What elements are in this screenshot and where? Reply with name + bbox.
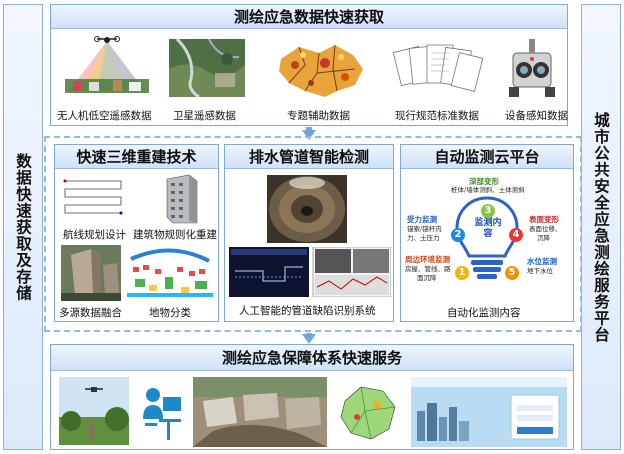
pipe-detection-software-image [229,247,391,297]
3d-reconstruction-title: 快速三维重建技术 [55,145,218,169]
module-text-4a: 表面位移、 [529,225,562,233]
thematic-map-image [275,39,367,99]
standards-documents-image [393,39,483,103]
module-title-4: 表面变形 [529,215,559,224]
building-reconstruction-caption: 建筑物规则化重建 [133,229,217,241]
pipe-inspection-section: 排水管道智能检测 人工智能的管道缺陷识别系统 [224,144,394,322]
emergency-service-section: 测绘应急保障体系快速服务 [50,344,574,450]
thematic-data-caption: 专题辅助数据 [287,110,350,122]
device-data-caption: 设备感知数据 [505,110,568,122]
monitoring-content-diagram: 监测内容 3 深部变形 桩体/墙体测斜、土体测斜 2 受力监测 锚索/锚杆内 力… [405,168,570,296]
satellite-image [169,39,245,97]
module-badge-4: 4 [509,228,523,242]
left-side-panel: 数据快速获取及存储 [3,4,43,450]
module-text-4b: 沉降 [537,234,550,242]
module-title-5: 水位监测 [527,257,557,266]
module-text-5: 地下水位 [527,267,553,275]
module-text-1a: 房屋、管线、路 [405,265,451,273]
pipe-caption: 人工智能的管道缺陷识别系统 [239,305,376,317]
data-acquisition-section: 测绘应急数据快速获取 无人机低空遥感数据 卫星遥感数据 专题辅助数据 现行规范标… [50,4,568,126]
module-badge-3: 3 [481,204,495,218]
emergency-service-title: 测绘应急保障体系快速服务 [51,345,573,371]
pipe-inspection-title: 排水管道智能检测 [225,145,393,169]
module-title-2: 受力监测 [407,215,437,224]
region-map-image [337,377,401,447]
building-reconstruction-image [159,173,203,225]
standards-data-caption: 现行规范标准数据 [395,110,479,122]
module-text-1b: 面沉降 [417,274,437,282]
drone-remote-sensing-image [63,33,151,95]
multi-source-fusion-caption: 多源数据融合 [59,307,122,319]
operator-workstation-image [139,379,183,443]
flight-planning-image [61,175,127,223]
land-classification-image [125,245,215,301]
device-sensing-image [505,35,559,101]
satellite-data-caption: 卫星遥感数据 [173,110,236,122]
multi-source-fusion-image [61,245,121,301]
module-text-3: 桩体/墙体测斜、土体测斜 [451,186,525,194]
module-badge-5: 5 [505,266,519,280]
data-acquisition-title: 测绘应急数据快速获取 [51,5,567,29]
module-badge-2: 2 [451,228,465,242]
right-side-panel: 城市公共安全应急测绘服务平台 [581,4,621,450]
module-text-2a: 锚索/锚杆内 [407,225,442,233]
left-panel-label: 数据快速获取及存储 [14,152,32,302]
platform-login-image [411,377,567,447]
monitoring-caption: 自动化监测内容 [447,307,521,319]
module-text-2b: 力、土压力 [407,234,440,242]
center-label: 监测内容 [474,218,502,239]
drone-field-image [59,377,129,445]
pipe-interior-image [267,175,347,243]
module-badge-1: 1 [455,266,469,280]
3d-reconstruction-section: 快速三维重建技术 航线规划设计 建筑物规则化重建 多源数据融合 地物分类 [54,144,219,322]
right-panel-label: 城市公共安全应急测绘服务平台 [592,111,610,343]
land-classification-caption: 地物分类 [149,307,191,319]
flight-planning-caption: 航线规划设计 [63,229,126,241]
flow-arrow-down-2 [302,334,316,344]
disaster-site-image [193,377,327,447]
drone-data-caption: 无人机低空遥感数据 [57,110,152,122]
monitoring-cloud-title: 自动监测云平台 [401,145,573,169]
module-title-1: 周边环境监测 [405,255,450,264]
